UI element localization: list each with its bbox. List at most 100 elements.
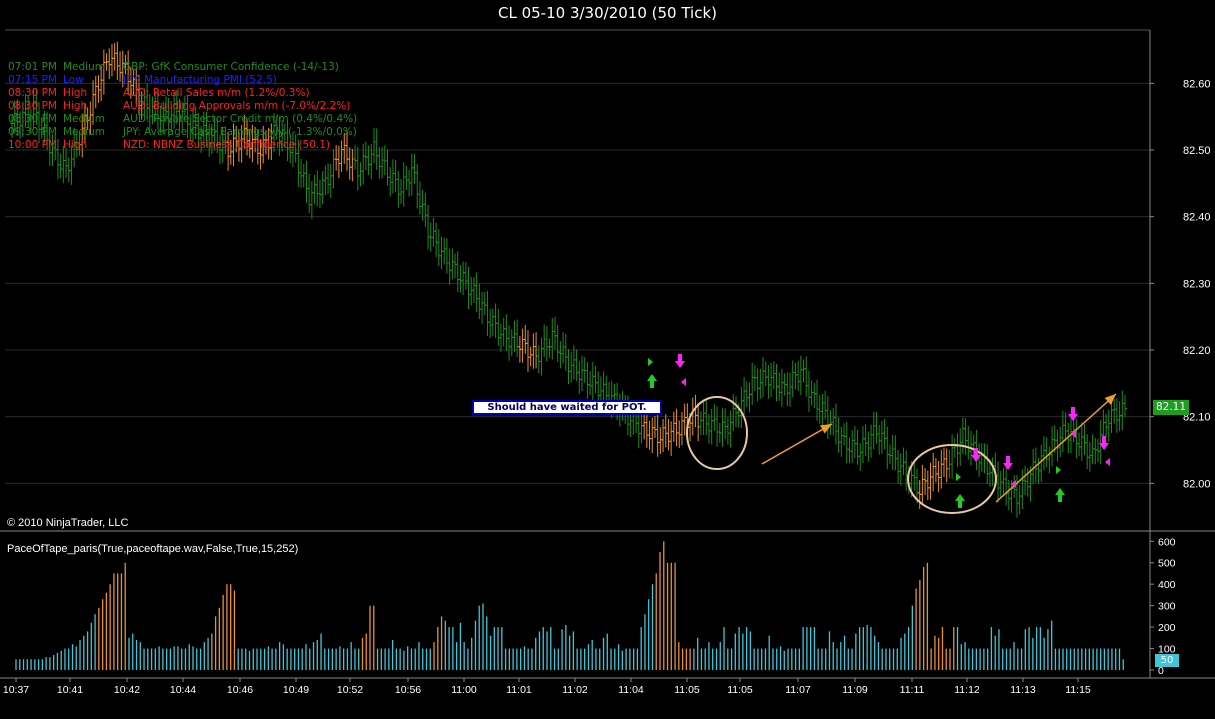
price-bar <box>312 174 317 204</box>
news-importance: High <box>63 87 88 99</box>
price-bar <box>960 417 965 454</box>
price-bar <box>1004 464 1009 506</box>
price-bar <box>69 145 74 185</box>
price-bar <box>663 414 668 448</box>
price-bar <box>650 417 655 454</box>
price-bar <box>474 272 479 313</box>
price-bar <box>715 406 720 447</box>
time-tick-label: 11:11 <box>900 684 925 696</box>
price-bar <box>426 204 431 250</box>
price-bar <box>658 427 663 455</box>
price-bar <box>544 325 549 362</box>
price-bar <box>463 262 468 290</box>
time-tick-label: 11:15 <box>1065 684 1091 696</box>
price-bar <box>788 372 793 407</box>
entry-triangle-icon <box>1056 466 1061 474</box>
pace-tick-label: 300 <box>1158 601 1176 613</box>
price-bar <box>566 348 571 385</box>
price-bar <box>1112 398 1117 424</box>
news-row: 08:30 PM Medium AUD: Private Sector Credit… <box>8 113 357 125</box>
price-bar <box>525 330 530 372</box>
price-bar <box>374 128 379 170</box>
time-tick-label: 10:56 <box>395 684 421 696</box>
price-bar <box>858 443 863 471</box>
price-bar <box>355 146 360 191</box>
price-bar <box>839 426 844 457</box>
price-bar <box>796 360 801 392</box>
price-bar <box>855 429 860 465</box>
indicator-label: PaceOfTape_paris(True,paceoftape.wav,Fal… <box>7 543 298 555</box>
price-bar <box>353 144 358 170</box>
news-importance: High <box>63 100 88 112</box>
price-bar <box>471 277 476 304</box>
news-time: 08:30 PM <box>8 113 57 125</box>
price-bar <box>893 435 898 471</box>
price-bar <box>1087 442 1092 472</box>
price-bar <box>671 411 676 442</box>
price-bar <box>339 140 344 172</box>
price-bar <box>571 345 576 380</box>
price-bar <box>61 145 66 184</box>
price-bar <box>779 368 784 407</box>
price-bar <box>377 146 382 179</box>
price-bar <box>555 325 560 362</box>
price-bar <box>423 192 428 227</box>
price-bar <box>758 368 763 399</box>
price-bar <box>431 217 436 247</box>
price-bar <box>1006 480 1011 511</box>
annotation-text: Should have waited for POT. <box>487 402 647 413</box>
price-bar <box>436 229 441 267</box>
price-bar <box>369 143 374 180</box>
price-bar <box>666 419 671 451</box>
price-bar <box>531 333 536 369</box>
price-bar <box>488 308 493 338</box>
entry-triangle-icon <box>956 473 961 481</box>
price-bar <box>1017 485 1022 515</box>
price-bar <box>998 471 1003 497</box>
price-bar <box>850 430 855 464</box>
price-bar <box>842 423 847 446</box>
time-tick-label: 10:41 <box>57 684 83 696</box>
news-importance: High <box>63 139 88 151</box>
price-bar <box>1041 435 1046 471</box>
price-tick-label: 82.50 <box>1183 145 1211 157</box>
entry-triangle-icon <box>1105 458 1110 466</box>
pace-tick-label: 600 <box>1158 536 1176 548</box>
news-event: GBP: GfK Consumer Confidence (-14/-13) <box>123 61 339 73</box>
price-bar <box>542 324 547 357</box>
news-importance: Medium <box>63 113 105 125</box>
price-bar <box>890 434 895 470</box>
price-bar <box>733 396 738 428</box>
annotation-box[interactable]: Should have waited for POT. <box>472 400 662 415</box>
down-arrow-icon <box>1003 456 1013 470</box>
price-bar <box>812 382 817 409</box>
price-bar <box>879 420 884 454</box>
time-tick-label: 11:00 <box>451 684 477 696</box>
price-bar <box>933 457 938 483</box>
price-bar <box>761 357 766 398</box>
price-bar <box>966 426 971 460</box>
price-bar <box>923 468 928 495</box>
price-bar <box>601 371 606 402</box>
price-bar <box>863 424 868 457</box>
price-bar <box>334 144 339 171</box>
price-bar <box>898 453 903 486</box>
news-importance: Medium <box>63 126 105 138</box>
price-bar <box>458 265 463 293</box>
pace-tick-label: 200 <box>1158 622 1176 634</box>
news-event: AUD: Building Approvals m/m (-7.0%/2.2%) <box>123 100 351 112</box>
price-bar <box>509 329 514 356</box>
price-bar <box>593 365 598 394</box>
price-bar <box>790 360 795 397</box>
price-bar <box>801 359 806 383</box>
price-bar <box>64 147 69 179</box>
price-bar <box>309 180 314 220</box>
price-bar <box>585 362 590 399</box>
pace-tick-label: 500 <box>1158 558 1176 570</box>
price-bar <box>882 418 887 450</box>
news-event: JPY: Average Cash Earnings y/y (-1.3%/0.… <box>123 126 357 138</box>
price-bar <box>323 165 328 195</box>
price-bar <box>320 171 325 205</box>
price-bar <box>1050 426 1055 467</box>
news-row: 09:30 PM Medium JPY: Average Cash Earnings… <box>8 126 357 138</box>
